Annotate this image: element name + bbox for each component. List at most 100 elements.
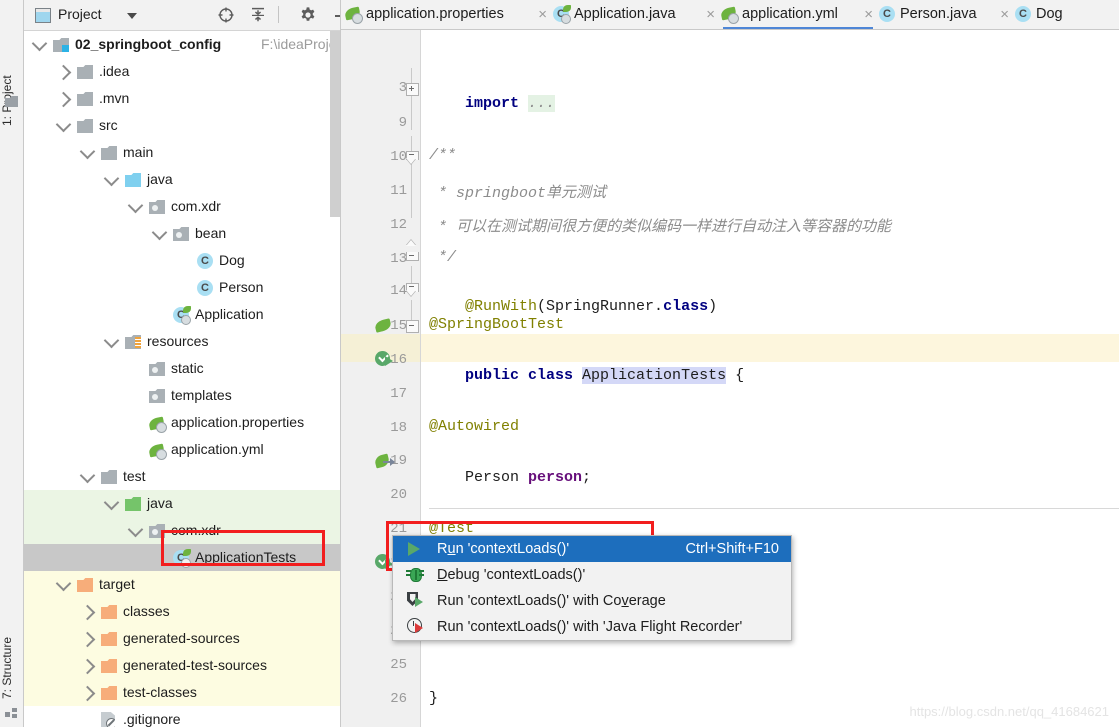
fold-collapse-marker[interactable]: [406, 151, 419, 165]
tree-row--idea[interactable]: .idea: [23, 58, 340, 85]
chevron-down-icon[interactable]: [127, 521, 144, 538]
folder-icon: [77, 65, 93, 79]
chevron-down-icon[interactable]: [31, 35, 48, 52]
close-icon[interactable]: ×: [864, 0, 873, 29]
chevron-right-icon[interactable]: [55, 91, 72, 108]
run-context-menu[interactable]: Run 'contextLoads()' Ctrl+Shift+F10 Debug …: [392, 535, 792, 641]
spring-config-icon: [720, 6, 739, 24]
editor-tab-application-java[interactable]: C Application.java ×: [553, 0, 721, 29]
tree-row-classes[interactable]: classes: [23, 598, 340, 625]
debug-icon: [406, 566, 424, 582]
code-text: ): [708, 298, 718, 315]
tree-row-bean[interactable]: bean: [23, 220, 340, 247]
chevron-down-icon[interactable]: [151, 224, 168, 241]
tree-row-static[interactable]: static: [23, 355, 340, 382]
tree-row-target[interactable]: target: [23, 571, 340, 598]
chevron-down-icon[interactable]: [79, 143, 96, 160]
tree-row-02-springboot-config[interactable]: 02_springboot_config F:\ideaProject: [23, 31, 340, 58]
chevron-right-icon[interactable]: [79, 685, 96, 702]
line-number: 26: [390, 691, 407, 707]
tree-row-test[interactable]: test: [23, 463, 340, 490]
spring-bean-gutter-icon[interactable]: [373, 318, 393, 333]
fold-collapse-marker[interactable]: [406, 283, 419, 297]
editor-tab-application-properties[interactable]: application.properties ×: [344, 0, 553, 29]
source-folder-icon: [125, 173, 141, 187]
chevron-down-icon[interactable]: [79, 467, 96, 484]
menu-label-post: n 'contextLoads()': [455, 541, 570, 557]
tree-row-label: .mvn: [99, 90, 130, 106]
editor-tab-dog[interactable]: C Dog: [1015, 0, 1075, 29]
menu-item-run-with-jfr[interactable]: Run 'contextLoads()' with 'Java Flight R…: [393, 614, 791, 640]
menu-item-run-with-coverage[interactable]: Run 'contextLoads()' with Coverage: [393, 588, 791, 614]
locate-icon[interactable]: [217, 6, 235, 24]
tree-row-java[interactable]: java: [23, 166, 340, 193]
line-number: 18: [390, 420, 407, 436]
tree-row-label: Application: [195, 306, 264, 322]
tool-window-button-structure[interactable]: 7: Structure: [0, 589, 23, 699]
tree-row-person[interactable]: C Person: [23, 274, 340, 301]
chevron-down-icon[interactable]: [103, 332, 120, 349]
collapse-all-icon[interactable]: [249, 6, 267, 24]
tree-row-main[interactable]: main: [23, 139, 340, 166]
chevron-down-icon[interactable]: [103, 170, 120, 187]
gear-icon[interactable]: [299, 6, 317, 24]
menu-label-mnemonic: D: [437, 567, 448, 583]
tree-row-generated-test-sources[interactable]: generated-test-sources: [23, 652, 340, 679]
line-number: 25: [390, 657, 407, 673]
chevron-right-icon[interactable]: [79, 604, 96, 621]
chevron-down-icon[interactable]: [127, 13, 137, 19]
tree-row-src[interactable]: src: [23, 112, 340, 139]
close-icon[interactable]: ×: [706, 0, 715, 29]
tree-row-application[interactable]: C Application: [23, 301, 340, 328]
project-tree[interactable]: 02_springboot_config F:\ideaProject .idea.…: [23, 31, 340, 727]
excluded-folder-icon: [101, 659, 117, 673]
run-test-class-gutter-icon[interactable]: [375, 351, 394, 368]
tree-row--mvn[interactable]: .mvn: [23, 85, 340, 112]
editor-tab-application-yml[interactable]: application.yml ×: [720, 0, 879, 29]
hide-icon[interactable]: [333, 6, 340, 24]
spring-class-icon: C: [553, 5, 571, 24]
tree-row-resources[interactable]: resources: [23, 328, 340, 355]
tree-row-java[interactable]: java: [23, 490, 340, 517]
project-toolbar-title[interactable]: Project: [58, 6, 102, 22]
tree-row--gitignore[interactable]: .gitignore: [23, 706, 340, 727]
tree-row-label: bean: [195, 225, 227, 241]
fold-collapse-marker[interactable]: [406, 240, 419, 261]
tree-row-label: application.properties: [171, 414, 305, 430]
code-annotation-runwith: @RunWith: [465, 298, 538, 315]
menu-item-run[interactable]: Run 'contextLoads()' Ctrl+Shift+F10: [393, 536, 791, 562]
chevron-down-icon[interactable]: [103, 494, 120, 511]
tree-row-dog[interactable]: C Dog: [23, 247, 340, 274]
fold-collapse-marker[interactable]: [406, 320, 419, 333]
code-text: (SpringRunner.: [537, 298, 664, 315]
menu-item-label: Run 'contextLoads()' with Coverage: [437, 588, 666, 614]
spring-config-icon: [148, 416, 167, 433]
tree-row-com-xdr[interactable]: com.xdr: [23, 517, 340, 544]
chevron-down-icon[interactable]: [55, 575, 72, 592]
close-icon[interactable]: ×: [1000, 0, 1009, 29]
tree-row-generated-sources[interactable]: generated-sources: [23, 625, 340, 652]
chevron-down-icon[interactable]: [127, 197, 144, 214]
fold-expand-marker[interactable]: [406, 83, 419, 96]
autowired-bean-gutter-icon[interactable]: [373, 453, 395, 470]
tree-row-application-properties[interactable]: application.properties: [23, 409, 340, 436]
chevron-right-icon[interactable]: [79, 658, 96, 675]
tree-row-com-xdr[interactable]: com.xdr: [23, 193, 340, 220]
close-icon[interactable]: ×: [538, 0, 547, 29]
tree-row-application-yml[interactable]: application.yml: [23, 436, 340, 463]
tree-row-applicationtests[interactable]: C ApplicationTests: [23, 544, 340, 571]
spring-class-icon: C: [173, 306, 191, 325]
tree-row-label: ApplicationTests: [195, 549, 297, 565]
chevron-right-icon[interactable]: [79, 631, 96, 648]
tree-row-templates[interactable]: templates: [23, 382, 340, 409]
code-collapsed-imports[interactable]: ...: [528, 95, 556, 112]
editor-tab-person-java[interactable]: C Person.java ×: [879, 0, 1015, 29]
tool-window-button-project[interactable]: 1: Project: [0, 6, 23, 126]
menu-item-debug[interactable]: Debug 'contextLoads()': [393, 562, 791, 588]
code-keyword-import: import: [465, 95, 520, 112]
chevron-down-icon[interactable]: [55, 116, 72, 133]
line-number: 13: [390, 251, 407, 267]
project-tree-scrollbar[interactable]: [330, 31, 340, 217]
tree-row-test-classes[interactable]: test-classes: [23, 679, 340, 706]
chevron-right-icon[interactable]: [55, 64, 72, 81]
